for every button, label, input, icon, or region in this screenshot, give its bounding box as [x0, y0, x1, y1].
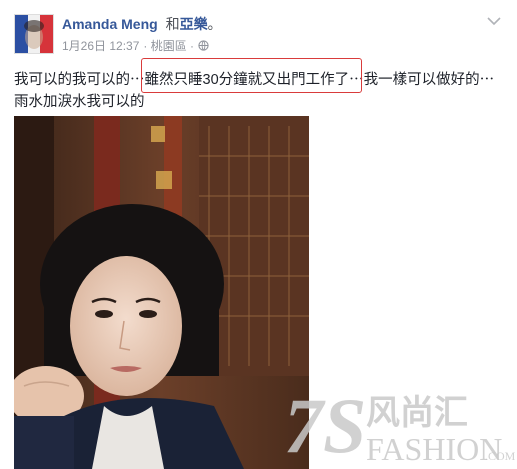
post-photo[interactable] [14, 116, 309, 469]
with-prefix: 和 [165, 16, 180, 32]
profile-avatar[interactable] [14, 14, 54, 54]
author-name-link[interactable]: Amanda Meng [62, 16, 158, 32]
avatar-image [15, 15, 53, 53]
watermark-chinese: 风尚汇 [366, 393, 468, 433]
globe-icon[interactable] [198, 40, 209, 51]
highlight-annotation-box [141, 58, 362, 93]
watermark-suffix: .COM [485, 449, 516, 463]
post-text-part1: 我可以的我可以的⋯ [14, 72, 145, 88]
brand-watermark: 7S 风尚汇 FASHION .COM [284, 382, 516, 469]
watermark-digits: 7S [284, 382, 366, 469]
post-header: Amanda Meng 和亞樂。 [62, 14, 222, 34]
chevron-down-icon[interactable] [487, 16, 501, 26]
post-location-link[interactable]: · 桃園區 · [143, 37, 194, 54]
post-timestamp-link[interactable]: 1月26日 12:37 [62, 37, 139, 54]
watermark-latin: FASHION [366, 431, 502, 467]
selfie-photo-image [14, 116, 309, 469]
tagged-friend-link[interactable]: 亞樂 [180, 16, 208, 32]
post-meta: 1月26日 12:37 · 桃園區 · [62, 37, 209, 54]
with-suffix: 。 [207, 16, 222, 32]
